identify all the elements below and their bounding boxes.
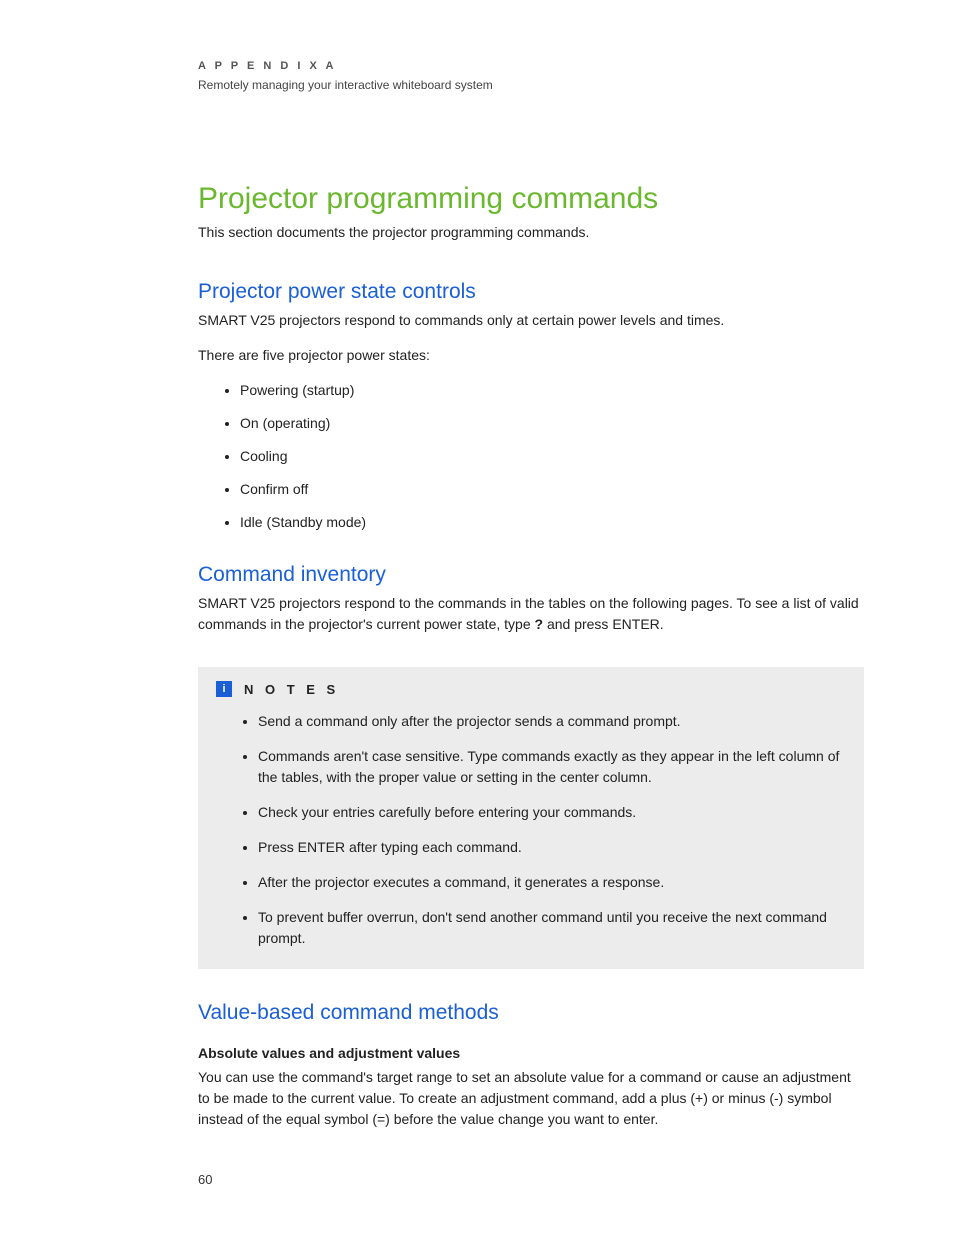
notes-label: N O T E S [244, 682, 339, 697]
appendix-label: A P P E N D I X A [198, 60, 864, 72]
notes-list: Send a command only after the projector … [216, 711, 846, 949]
section2-para: SMART V25 projectors respond to the comm… [198, 593, 864, 635]
section1-para2: There are five projector power states: [198, 345, 864, 366]
section3-para: You can use the command's target range t… [198, 1067, 864, 1130]
section3-subheading: Absolute values and adjustment values [198, 1045, 864, 1061]
list-item: Powering (startup) [240, 380, 864, 401]
power-states-list: Powering (startup) On (operating) Coolin… [198, 380, 864, 533]
list-item: Check your entries carefully before ente… [258, 802, 846, 823]
list-item: Send a command only after the projector … [258, 711, 846, 732]
list-item: Idle (Standby mode) [240, 512, 864, 533]
section1-para1: SMART V25 projectors respond to commands… [198, 310, 864, 331]
section2-heading: Command inventory [198, 563, 864, 587]
list-item: After the projector executes a command, … [258, 872, 846, 893]
section2-para-post: and press ENTER. [543, 616, 664, 632]
info-icon: i [216, 681, 232, 697]
document-page: A P P E N D I X A Remotely managing your… [0, 0, 954, 1184]
intro-text: This section documents the projector pro… [198, 224, 864, 240]
section2-para-bold: ? [535, 616, 544, 632]
page-number: 60 [198, 1172, 212, 1187]
appendix-subtitle: Remotely managing your interactive white… [198, 78, 864, 92]
section3-heading: Value-based command methods [198, 1001, 864, 1025]
notes-header: i N O T E S [216, 681, 846, 697]
list-item: On (operating) [240, 413, 864, 434]
list-item: To prevent buffer overrun, don't send an… [258, 907, 846, 949]
list-item: Press ENTER after typing each command. [258, 837, 846, 858]
main-heading: Projector programming commands [198, 182, 864, 216]
list-item: Confirm off [240, 479, 864, 500]
section2-para-pre: SMART V25 projectors respond to the comm… [198, 595, 859, 632]
notes-box: i N O T E S Send a command only after th… [198, 667, 864, 969]
section1-heading: Projector power state controls [198, 280, 864, 304]
list-item: Cooling [240, 446, 864, 467]
list-item: Commands aren't case sensitive. Type com… [258, 746, 846, 788]
